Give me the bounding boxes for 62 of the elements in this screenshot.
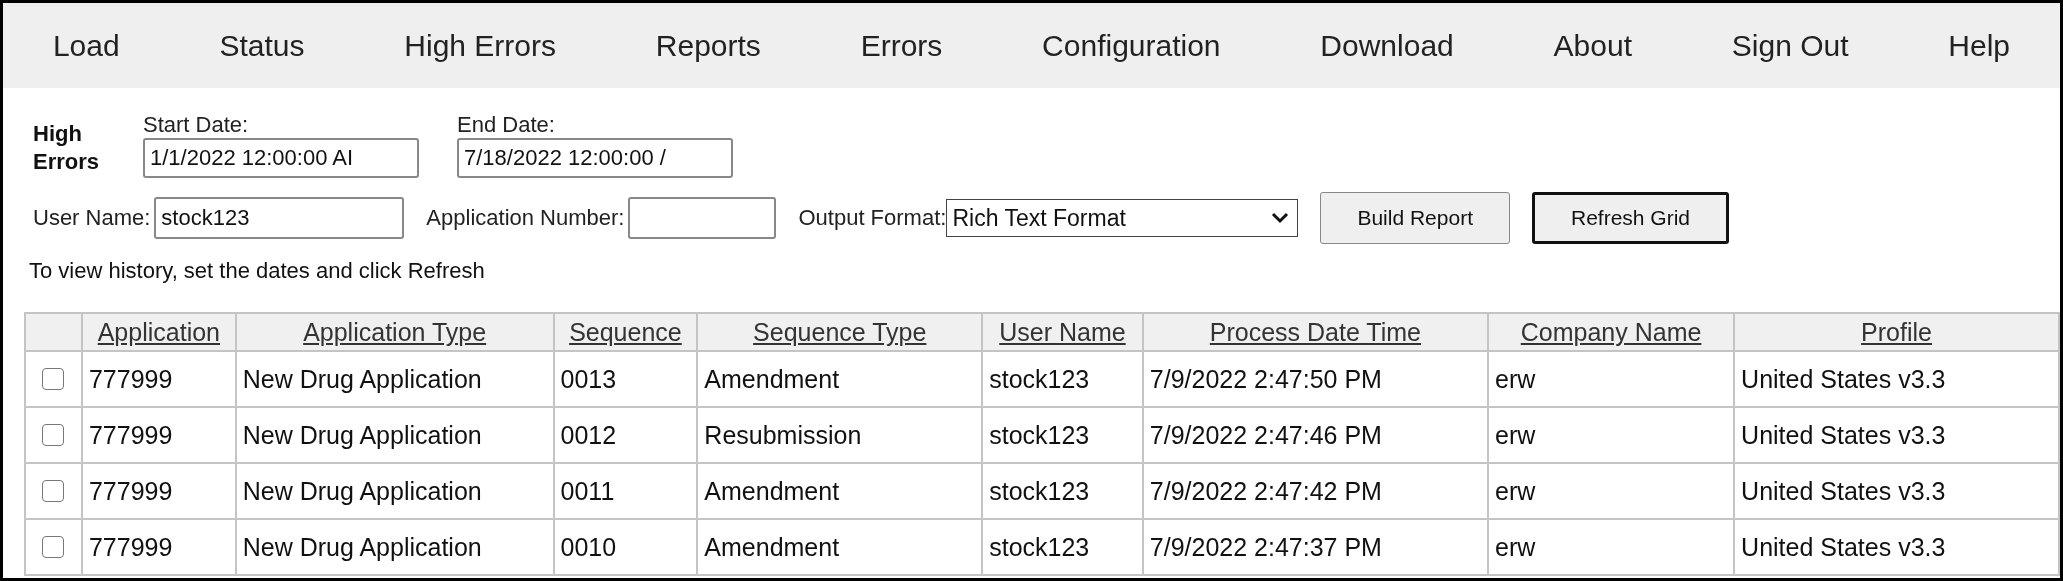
table-cell: United States v3.3 xyxy=(1734,351,2059,407)
row-checkbox[interactable] xyxy=(42,424,65,446)
table-cell: Amendment xyxy=(697,463,983,519)
table-cell: 0013 xyxy=(553,351,698,407)
field-label: Output Format: xyxy=(798,205,947,231)
field-label: User Name: xyxy=(33,205,151,231)
table-cell: stock123 xyxy=(982,463,1143,519)
field-label: End Date: xyxy=(457,112,556,138)
table-cell: 0010 xyxy=(553,519,698,575)
table-cell: United States v3.3 xyxy=(1734,463,2059,519)
table-cell: stock123 xyxy=(982,407,1143,463)
table-cell: New Drug Application xyxy=(235,407,554,463)
nav-link[interactable]: Sign Out xyxy=(1731,28,1849,63)
row-checkbox[interactable] xyxy=(42,368,65,390)
start-date-field[interactable]: 1/1/2022 12:00:00 AI xyxy=(143,138,419,178)
hint-text: To view history, set the dates and click Refresh xyxy=(29,258,486,284)
table-cell: 0011 xyxy=(553,463,698,519)
table-cell: erw xyxy=(1488,463,1735,519)
table-cell: erw xyxy=(1488,351,1735,407)
nav-link[interactable]: High Errors xyxy=(404,28,556,63)
table-cell: 7/9/2022 2:47:42 PM xyxy=(1142,463,1488,519)
action-button[interactable]: Refresh Grid xyxy=(1532,192,1730,244)
table-cell: Amendment xyxy=(697,351,983,407)
chevron-down-icon xyxy=(1271,212,1290,224)
field-label: Start Date: xyxy=(143,112,250,138)
table-cell: 777999 xyxy=(81,351,236,407)
row-checkbox[interactable] xyxy=(42,480,65,502)
table-cell: 0012 xyxy=(553,407,698,463)
table-cell: 7/9/2022 2:47:50 PM xyxy=(1142,351,1488,407)
table-cell: erw xyxy=(1488,519,1735,575)
table-cell: 7/9/2022 2:47:37 PM xyxy=(1142,519,1488,575)
table-cell: 777999 xyxy=(81,519,236,575)
user-name-field[interactable]: stock123 xyxy=(154,197,405,239)
table-cell: stock123 xyxy=(982,519,1143,575)
action-button[interactable]: Build Report xyxy=(1320,192,1510,244)
table-cell: Amendment xyxy=(697,519,983,575)
nav-link[interactable]: Load xyxy=(52,28,120,63)
table-cell: 777999 xyxy=(81,407,236,463)
nav-link[interactable]: Download xyxy=(1320,28,1454,63)
table-cell: Resubmission xyxy=(697,407,983,463)
table-cell: United States v3.3 xyxy=(1734,407,2059,463)
table-cell: New Drug Application xyxy=(235,351,554,407)
table-cell: New Drug Application xyxy=(235,463,554,519)
nav-link[interactable]: About xyxy=(1553,28,1632,63)
field-label: Application Number: xyxy=(426,205,625,231)
column-header[interactable]: Profile xyxy=(1861,317,1932,346)
output-format-dropdown[interactable]: Rich Text Format xyxy=(946,199,1299,237)
end-date-field[interactable]: 7/18/2022 12:00:00 / xyxy=(457,138,733,178)
nav-link[interactable]: Status xyxy=(219,28,305,63)
table-cell: United States v3.3 xyxy=(1734,519,2059,575)
table-cell: 7/9/2022 2:47:46 PM xyxy=(1142,407,1488,463)
table-cell: New Drug Application xyxy=(235,519,554,575)
nav-link[interactable]: Help xyxy=(1948,28,2010,63)
application-number-field[interactable] xyxy=(628,197,777,239)
nav-link[interactable]: Reports xyxy=(655,28,761,63)
row-checkbox[interactable] xyxy=(42,536,65,558)
table-cell: stock123 xyxy=(982,351,1143,407)
page-title: High Errors xyxy=(33,120,101,175)
table-cell: erw xyxy=(1488,407,1735,463)
nav-link[interactable]: Configuration xyxy=(1042,28,1221,63)
table-cell: 777999 xyxy=(81,463,236,519)
nav-link[interactable]: Errors xyxy=(860,28,943,63)
